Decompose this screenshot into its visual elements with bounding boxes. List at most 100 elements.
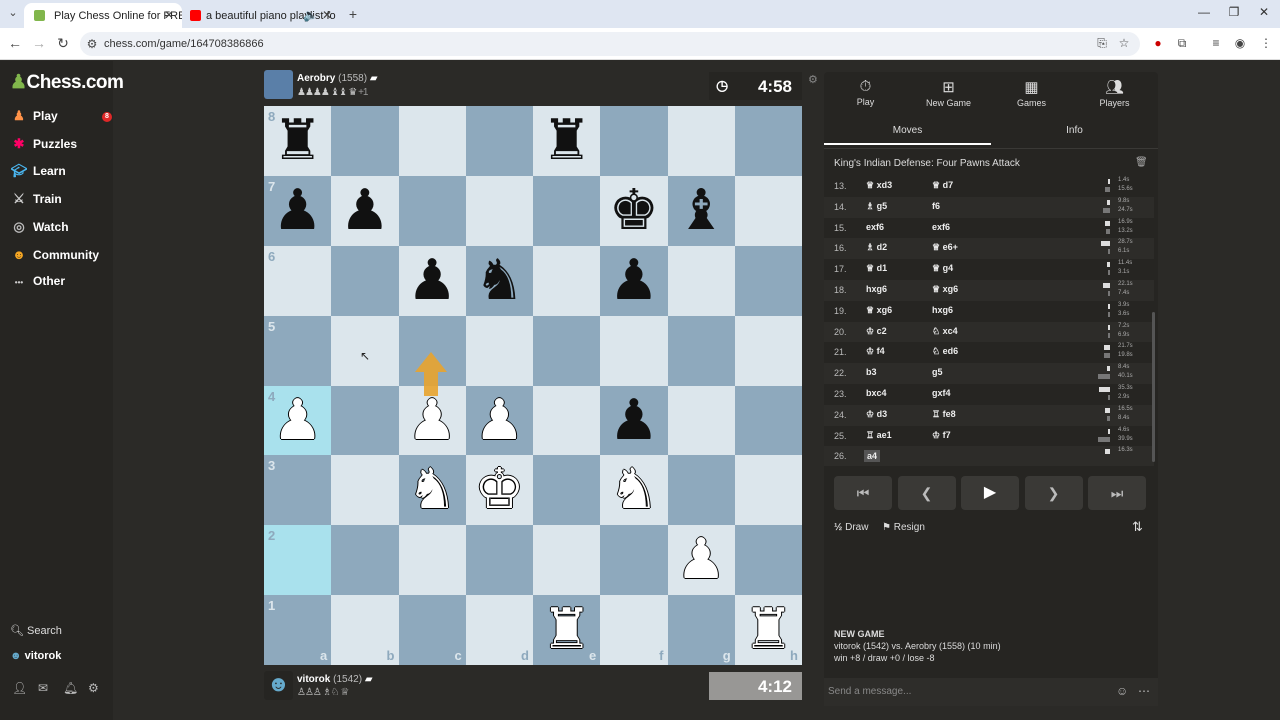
black-move[interactable]: ♕ g4 bbox=[932, 263, 953, 274]
square-f7[interactable]: ♚ bbox=[600, 175, 668, 246]
square-h1[interactable]: h ♜ bbox=[734, 595, 802, 665]
square-f5[interactable] bbox=[600, 315, 668, 386]
black-piece[interactable]: ♟ bbox=[600, 386, 667, 456]
white-piece[interactable]: ♟ bbox=[668, 525, 735, 595]
black-piece[interactable]: ♟ bbox=[399, 246, 466, 316]
square-c3[interactable]: ♞ bbox=[398, 455, 466, 526]
close-icon[interactable]: ✕ bbox=[164, 8, 174, 22]
tab-games[interactable]: ▦ Games bbox=[990, 72, 1073, 112]
opera-extension-icon[interactable]: ● bbox=[1150, 36, 1166, 50]
square-e6[interactable] bbox=[533, 245, 601, 316]
square-a1[interactable]: 1a bbox=[264, 595, 332, 665]
reload-icon[interactable]: ↻ bbox=[54, 35, 72, 52]
reading-list-icon[interactable]: ≡ bbox=[1208, 36, 1224, 50]
sidebar-item-train[interactable]: ⚔ Train bbox=[10, 191, 110, 213]
black-move[interactable]: ♘ ed6 bbox=[932, 346, 958, 357]
black-piece[interactable]: ♞ bbox=[466, 246, 533, 316]
minimize-icon[interactable]: — bbox=[1194, 5, 1214, 19]
flip-board-icon[interactable]: ⇅ bbox=[1132, 519, 1143, 535]
black-piece[interactable]: ♜ bbox=[264, 106, 331, 176]
more-icon[interactable]: ⋯ bbox=[1138, 684, 1150, 698]
square-b2[interactable] bbox=[331, 525, 399, 596]
top-player-avatar[interactable] bbox=[264, 70, 293, 99]
white-move[interactable]: ♕ xd3 bbox=[866, 180, 892, 191]
square-f4[interactable]: ♟ bbox=[600, 385, 668, 456]
white-piece[interactable]: ♞ bbox=[600, 455, 667, 525]
square-d5[interactable] bbox=[465, 315, 533, 386]
square-g1[interactable]: g bbox=[667, 595, 735, 665]
black-move[interactable]: ♕ e6+ bbox=[932, 242, 958, 253]
white-move[interactable]: ♗ d2 bbox=[866, 242, 887, 253]
install-icon[interactable]: ⎘ bbox=[1094, 36, 1110, 51]
white-piece[interactable]: ♜ bbox=[533, 595, 600, 665]
black-move[interactable]: f6 bbox=[932, 201, 940, 211]
chess-logo[interactable]: ♟Chess.com bbox=[10, 71, 124, 94]
square-e4[interactable] bbox=[533, 385, 601, 456]
white-piece[interactable]: ♟ bbox=[264, 386, 331, 456]
white-piece[interactable]: ♞ bbox=[399, 455, 466, 525]
square-f8[interactable] bbox=[600, 106, 668, 176]
square-e7[interactable] bbox=[533, 175, 601, 246]
white-move[interactable]: ♖ ae1 bbox=[866, 430, 892, 441]
square-g5[interactable] bbox=[667, 315, 735, 386]
menu-kebab-icon[interactable]: ⋮ bbox=[1258, 36, 1274, 50]
square-e3[interactable] bbox=[533, 455, 601, 526]
square-d6[interactable]: ♞ bbox=[465, 245, 533, 316]
square-g8[interactable] bbox=[667, 106, 735, 176]
square-b4[interactable] bbox=[331, 385, 399, 456]
square-c7[interactable] bbox=[398, 175, 466, 246]
sidebar-item-watch[interactable]: ◎ Watch bbox=[10, 219, 110, 241]
forward-icon[interactable]: → bbox=[30, 35, 48, 51]
square-e5[interactable] bbox=[533, 315, 601, 386]
sidebar-user[interactable]: ☻ vitorok bbox=[10, 650, 61, 662]
square-a7[interactable]: 7 ♟ bbox=[264, 175, 332, 246]
bell-icon[interactable]: 🔔︎ bbox=[63, 681, 78, 695]
square-e8[interactable]: ♜ bbox=[533, 106, 601, 176]
chess-board[interactable]: 8 ♜ ♜ 7 ♟ ♟ ♚ ♝ 6 ♟ ♞ ♟ 5 4 ♟ ♟ ♟ ♟ 3 ♞ ♚ ♞ 2 ♟ 1 a b c d e ♜ f g h ♜ bbox=[264, 106, 802, 665]
white-piece[interactable]: ♚ bbox=[466, 455, 533, 525]
black-move[interactable]: ♘ xc4 bbox=[932, 326, 958, 337]
black-piece[interactable]: ♟ bbox=[331, 176, 398, 246]
square-b3[interactable] bbox=[331, 455, 399, 526]
square-c1[interactable]: c bbox=[398, 595, 466, 665]
bottom-player-name[interactable]: vitorok (1542) ▰ bbox=[297, 674, 373, 685]
restore-icon[interactable]: ❐ bbox=[1224, 5, 1244, 19]
browser-tab-chess[interactable]: Play Chess Online for FREE - 2 P ✕ bbox=[24, 3, 182, 28]
black-piece[interactable]: ♟ bbox=[264, 176, 331, 246]
first-move-button[interactable]: ⏮ bbox=[834, 476, 892, 510]
square-e1[interactable]: e ♜ bbox=[533, 595, 601, 665]
square-f6[interactable]: ♟ bbox=[600, 245, 668, 316]
square-c8[interactable] bbox=[398, 106, 466, 176]
tab-info[interactable]: Info bbox=[991, 118, 1158, 143]
chat-input[interactable]: Send a message... ☺ ⋯ bbox=[824, 678, 1158, 706]
square-b8[interactable] bbox=[331, 106, 399, 176]
square-g4[interactable] bbox=[667, 385, 735, 456]
square-a2[interactable]: 2 bbox=[264, 525, 332, 596]
white-piece[interactable]: ♜ bbox=[735, 595, 802, 665]
square-f3[interactable]: ♞ bbox=[600, 455, 668, 526]
black-piece[interactable]: ♚ bbox=[600, 176, 667, 246]
white-move[interactable]: bxc4 bbox=[866, 388, 887, 398]
square-h2[interactable] bbox=[734, 525, 802, 596]
black-piece[interactable]: ♜ bbox=[533, 106, 600, 176]
square-h3[interactable] bbox=[734, 455, 802, 526]
tab-search-icon[interactable]: ⌄ bbox=[4, 6, 22, 22]
black-move[interactable]: g5 bbox=[932, 367, 943, 377]
extensions-icon[interactable]: ⧉ bbox=[1174, 36, 1190, 51]
black-move[interactable]: ♕ xg6 bbox=[932, 284, 958, 295]
square-h8[interactable] bbox=[734, 106, 802, 176]
last-move-button[interactable]: ⏭ bbox=[1088, 476, 1146, 510]
next-move-button[interactable]: ❯ bbox=[1024, 476, 1083, 510]
board-settings-icon[interactable]: ⚙ bbox=[808, 73, 818, 86]
black-move[interactable]: ♔ f7 bbox=[932, 430, 951, 441]
tab-new-game[interactable]: ⊞ New Game bbox=[907, 72, 990, 112]
square-c2[interactable] bbox=[398, 525, 466, 596]
window-close-icon[interactable]: ✕ bbox=[1254, 5, 1274, 19]
resign-button[interactable]: ⚑ Resign bbox=[882, 522, 925, 533]
move-list[interactable]: 13. ♕ xd3 ♕ d7 1.4s 15.6s 14. ♗ g5 f6 9.8s 24.7s 1… bbox=[824, 176, 1158, 466]
square-g6[interactable] bbox=[667, 245, 735, 316]
black-piece[interactable]: ♝ bbox=[668, 176, 735, 246]
square-f1[interactable]: f bbox=[600, 595, 668, 665]
white-move[interactable]: ♕ d1 bbox=[866, 263, 887, 274]
square-d3[interactable]: ♚ bbox=[465, 455, 533, 526]
